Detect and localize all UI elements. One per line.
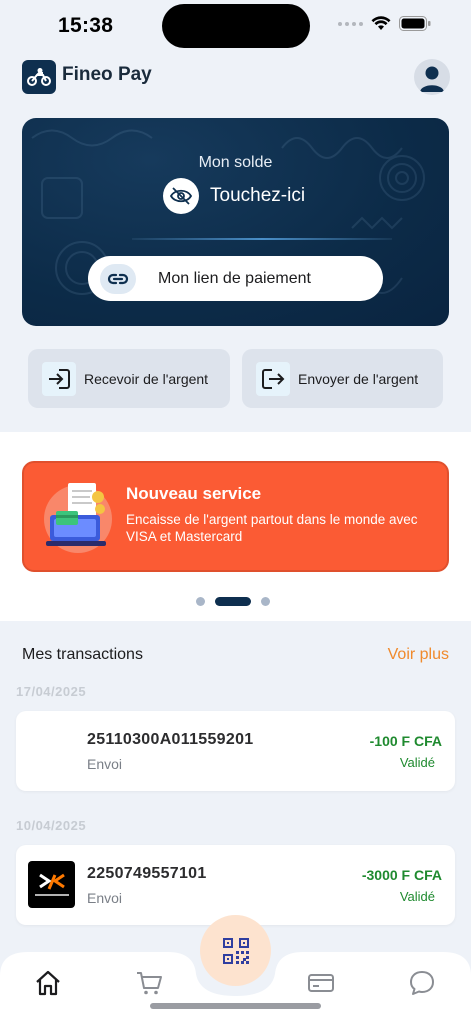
receive-money-button[interactable]: Recevoir de l'argent — [28, 349, 230, 408]
transaction-date-label: 17/04/2025 — [16, 684, 87, 699]
promo-title: Nouveau service — [126, 484, 262, 503]
status-time: 15:38 — [58, 14, 114, 37]
pager-dot[interactable] — [196, 597, 205, 606]
status-bar: 15:38 — [0, 0, 471, 52]
eye-off-icon — [170, 187, 192, 205]
profile-avatar-button[interactable] — [414, 59, 450, 95]
transaction-status: Validé — [399, 755, 435, 770]
send-icon-container — [256, 361, 290, 396]
status-icons — [338, 16, 431, 31]
send-money-label: Envoyer de l'argent — [298, 370, 419, 387]
tap-to-reveal-text[interactable]: Touchez-ici — [210, 185, 305, 207]
transaction-type: Envoi — [87, 756, 123, 772]
home-icon — [36, 970, 60, 996]
transactions-title: Mes transactions — [22, 646, 143, 663]
transaction-amount: -3000 F CFA — [361, 867, 442, 883]
home-indicator — [150, 1003, 321, 1009]
transaction-amount: -100 F CFA — [369, 733, 442, 749]
qr-code-icon — [222, 937, 249, 964]
link-icon — [107, 273, 129, 284]
app-name: Fineo Pay — [62, 64, 152, 85]
motorbike-icon — [27, 68, 51, 86]
link-icon-container — [100, 263, 136, 294]
transaction-card[interactable]: 2250749557101 Envoi -3000 F CFA Validé — [16, 845, 455, 925]
payment-link-label: Mon lien de paiement — [158, 269, 311, 287]
transaction-status: Validé — [399, 889, 435, 904]
receive-money-label: Recevoir de l'argent — [84, 370, 209, 387]
transaction-card[interactable]: 25110300A011559201 Envoi -100 F CFA Vali… — [16, 711, 455, 791]
chat-icon — [410, 971, 434, 995]
card-divider — [132, 238, 392, 240]
balance-label: Mon solde — [198, 154, 273, 171]
balance-card: Mon solde Touchez-ici Mon lien de paieme… — [22, 118, 449, 326]
nav-home[interactable] — [33, 968, 63, 998]
pager-dot-active[interactable] — [215, 597, 251, 606]
payment-link-button[interactable]: Mon lien de paiement — [88, 256, 383, 301]
send-money-button[interactable]: Envoyer de l'argent — [242, 349, 443, 408]
orange-money-wordmark — [34, 894, 69, 896]
nav-cards[interactable] — [306, 968, 336, 998]
promo-pager — [196, 597, 270, 606]
nav-chat[interactable] — [407, 968, 437, 998]
payment-terminal-illustration — [44, 483, 112, 553]
user-icon — [420, 66, 444, 92]
login-arrow-icon — [49, 368, 70, 389]
app-logo — [22, 60, 56, 94]
cart-icon — [137, 972, 162, 995]
receive-icon-container — [42, 361, 76, 396]
transaction-type: Envoi — [87, 890, 123, 906]
cellular-signal-icon — [338, 21, 363, 26]
toggle-balance-visibility-button[interactable] — [163, 178, 199, 214]
logout-arrow-icon — [262, 368, 285, 389]
card-icon — [308, 974, 334, 992]
transaction-id: 25110300A011559201 — [87, 731, 254, 748]
transaction-id: 2250749557101 — [87, 865, 207, 882]
transaction-date-label: 10/04/2025 — [16, 818, 87, 833]
pager-dot[interactable] — [261, 597, 270, 606]
nav-shop[interactable] — [134, 968, 164, 998]
see-more-link[interactable]: Voir plus — [388, 646, 449, 664]
battery-icon — [399, 16, 431, 31]
orange-money-mark-icon — [38, 873, 65, 890]
wifi-icon — [371, 16, 391, 30]
dynamic-island — [162, 4, 310, 48]
promo-description: Encaisse de l'argent partout dans le mon… — [126, 512, 418, 544]
orange-money-logo — [28, 861, 75, 908]
scan-qr-button[interactable] — [200, 915, 271, 986]
promo-banner[interactable]: Nouveau service Encaisse de l'argent par… — [22, 461, 449, 572]
